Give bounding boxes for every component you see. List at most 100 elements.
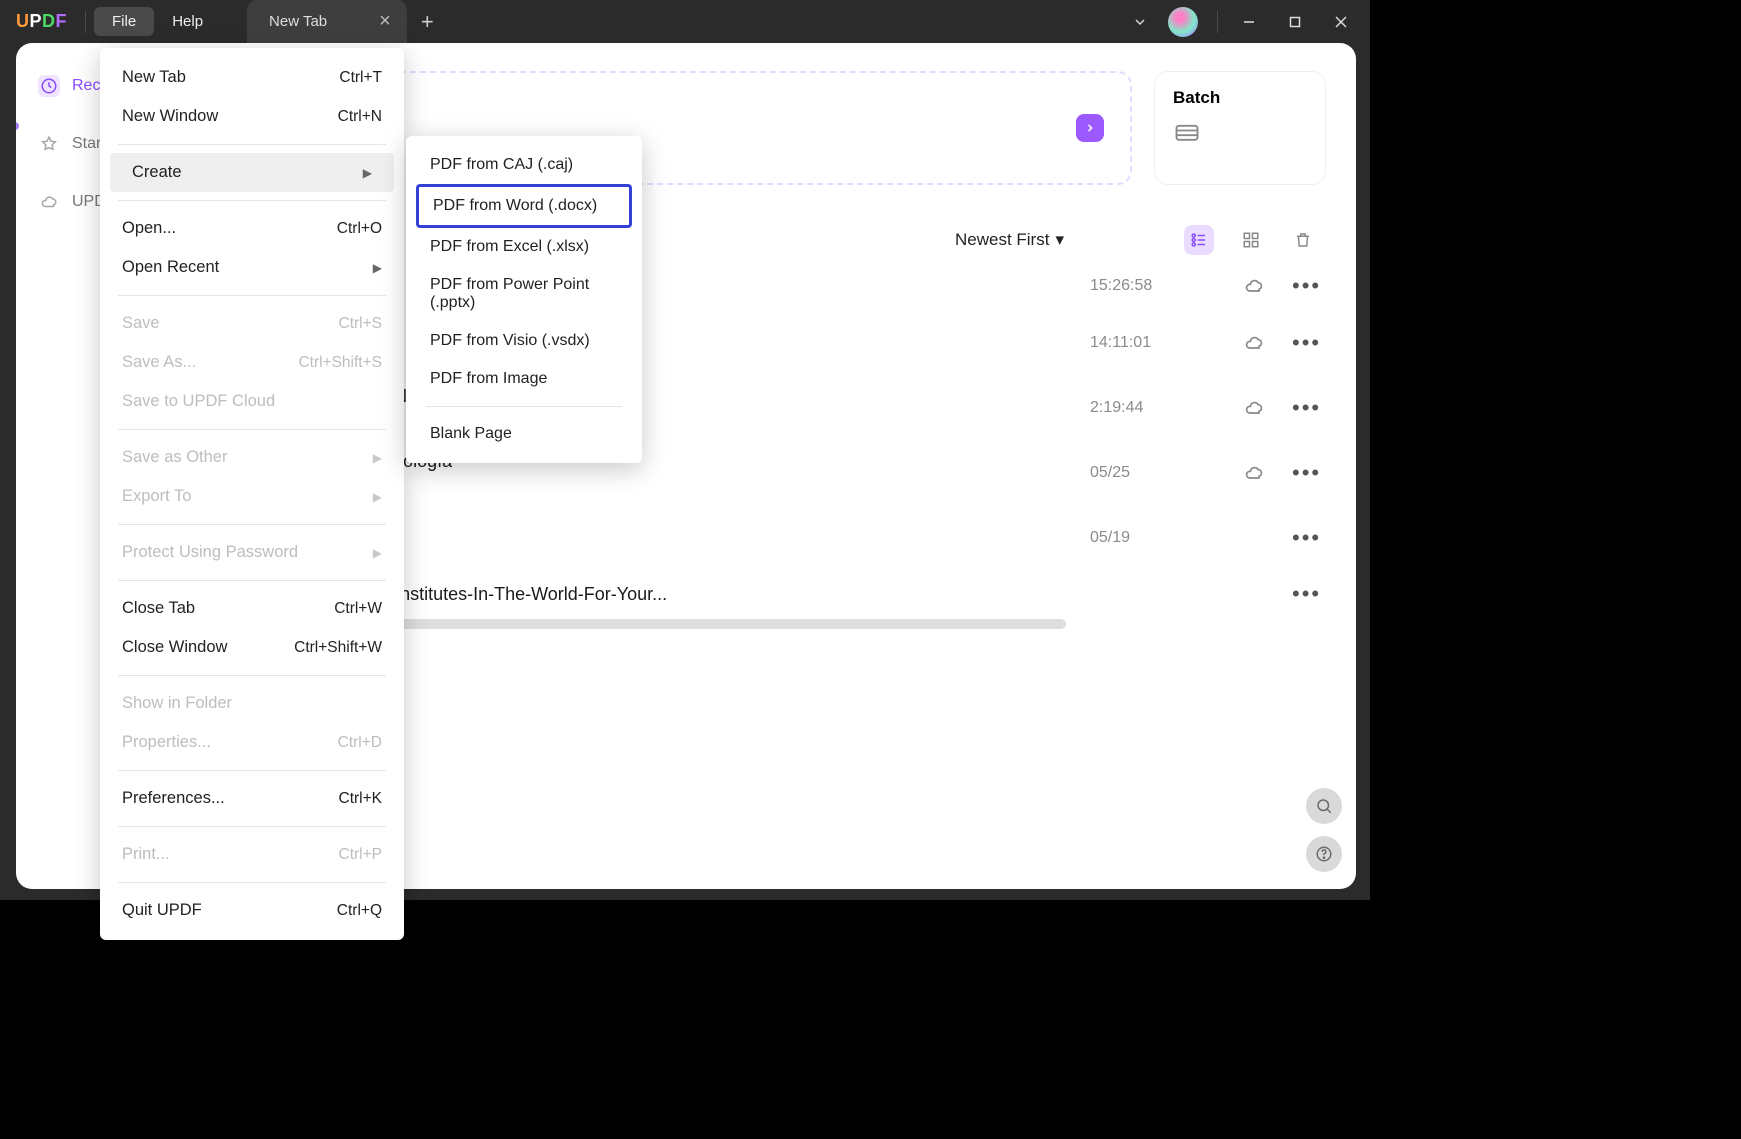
sort-label: Newest First (955, 230, 1049, 250)
menu-shortcut: Ctrl+Shift+S (298, 354, 382, 372)
menu-separator (118, 826, 386, 827)
menu-item-label: Save as Other (122, 448, 227, 467)
tab-title: New Tab (269, 13, 327, 30)
menu-item-new-tab[interactable]: New TabCtrl+T (100, 58, 404, 97)
dropdown-caret-icon: ▾ (1055, 230, 1064, 250)
app-menu-dropdown-icon[interactable] (1117, 0, 1163, 43)
menu-item-close-tab[interactable]: Close Tab Ctrl+W (100, 589, 404, 628)
more-actions-button[interactable]: ••• (1292, 395, 1326, 421)
submenu-item-blank-page[interactable]: Blank Page (416, 415, 632, 453)
close-tab-icon[interactable]: × (379, 10, 391, 33)
submenu-arrow-icon: ▶ (373, 546, 382, 560)
menu-item-open[interactable]: Open...Ctrl+O (100, 209, 404, 248)
add-tab-button[interactable]: + (407, 9, 448, 35)
help-fab[interactable] (1306, 836, 1342, 872)
avatar-button[interactable] (1163, 0, 1209, 43)
cloud-sync-icon[interactable] (1244, 398, 1278, 418)
menu-item-label: Open... (122, 219, 176, 238)
menu-item-label: New Window (122, 107, 218, 126)
more-actions-button[interactable]: ••• (1292, 581, 1326, 607)
file-date: 05/19 (1090, 529, 1230, 547)
submenu-item-pdf-from-power-point-pptx[interactable]: PDF from Power Point (.pptx) (416, 266, 632, 322)
menu-item-show-in-folder: Show in Folder (100, 684, 404, 723)
menu-item-label: Close Tab (122, 599, 195, 618)
menu-item-label: Close Window (122, 638, 227, 657)
submenu-item-pdf-from-excel-xlsx[interactable]: PDF from Excel (.xlsx) (416, 228, 632, 266)
close-window-button[interactable] (1318, 0, 1364, 43)
menu-item-label: Save As... (122, 353, 196, 372)
menu-item-create[interactable]: Create▶ (110, 153, 394, 192)
file-date: 15:26:58 (1090, 277, 1230, 295)
menu-shortcut: Ctrl+K (339, 790, 383, 808)
app-window: UPDF File Help New Tab × + (0, 0, 1370, 900)
cloud-sync-icon[interactable] (1244, 333, 1278, 353)
submenu-item-pdf-from-visio-vsdx[interactable]: PDF from Visio (.vsdx) (416, 322, 632, 360)
menu-item-label: Save (122, 314, 160, 333)
maximize-button[interactable] (1272, 0, 1318, 43)
menu-file[interactable]: File (94, 7, 154, 36)
batch-title: Batch (1173, 88, 1307, 108)
submenu-item-pdf-from-caj-caj[interactable]: PDF from CAJ (.caj) (416, 146, 632, 184)
cloud-sync-icon[interactable] (1244, 463, 1278, 483)
menu-help[interactable]: Help (154, 7, 221, 36)
more-actions-button[interactable]: ••• (1292, 273, 1326, 299)
tab-new[interactable]: New Tab × (247, 0, 407, 43)
menu-item-label: Properties... (122, 733, 211, 752)
menu-item-print: Print...Ctrl+P (100, 835, 404, 874)
view-controls (1184, 225, 1318, 255)
file-date: 2:19:44 (1090, 399, 1230, 417)
menu-item-save-as-other: Save as Other ▶ (100, 438, 404, 477)
menu-separator (118, 295, 386, 296)
menu-separator (118, 429, 386, 430)
more-actions-button[interactable]: ••• (1292, 330, 1326, 356)
menu-item-label: Protect Using Password (122, 543, 298, 562)
open-file-go-icon[interactable] (1076, 114, 1104, 142)
submenu-arrow-icon: ▶ (373, 490, 382, 504)
menu-shortcut: Ctrl+S (339, 315, 383, 333)
more-actions-button[interactable]: ••• (1292, 525, 1326, 551)
menu-item-preferences[interactable]: Preferences...Ctrl+K (100, 779, 404, 818)
cloud-sync-icon[interactable] (1244, 276, 1278, 296)
menu-separator (118, 144, 386, 145)
app-logo: UPDF (8, 11, 77, 32)
titlebar: UPDF File Help New Tab × + (0, 0, 1370, 43)
submenu-arrow-icon: ▶ (373, 451, 382, 465)
menu-separator (118, 770, 386, 771)
more-actions-button[interactable]: ••• (1292, 460, 1326, 486)
menu-item-quit-updf[interactable]: Quit UPDF Ctrl+Q (100, 891, 404, 930)
minimize-button[interactable] (1226, 0, 1272, 43)
menu-item-save: Save Ctrl+S (100, 304, 404, 343)
delete-button[interactable] (1288, 225, 1318, 255)
menu-shortcut: Ctrl+Shift+W (294, 639, 382, 657)
menu-item-close-window[interactable]: Close Window Ctrl+Shift+W (100, 628, 404, 667)
view-list-button[interactable] (1184, 225, 1214, 255)
view-grid-button[interactable] (1236, 225, 1266, 255)
menu-item-open-recent[interactable]: Open Recent ▶ (100, 248, 404, 287)
menu-item-label: Quit UPDF (122, 901, 202, 920)
menu-item-new-window[interactable]: New WindowCtrl+N (100, 97, 404, 136)
menu-shortcut: Ctrl+D (338, 734, 382, 752)
menu-item-label: Print... (122, 845, 170, 864)
menu-item-label: Save to UPDF Cloud (122, 392, 275, 411)
clock-icon (38, 75, 60, 97)
batch-card[interactable]: Batch (1154, 71, 1326, 185)
menu-separator (118, 882, 386, 883)
menu-item-label: Open Recent (122, 258, 219, 277)
window-controls (1117, 0, 1364, 43)
submenu-item-pdf-from-word-docx[interactable]: PDF from Word (.docx) (416, 184, 632, 228)
titlebar-separator-2 (1217, 11, 1218, 33)
file-menu-dropdown: New TabCtrl+TNew WindowCtrl+N Create▶ Open… (100, 48, 404, 940)
menu-shortcut: Ctrl+W (334, 600, 382, 618)
menu-shortcut: Ctrl+Q (337, 902, 382, 920)
menu-item-protect-using-password: Protect Using Password ▶ (100, 533, 404, 572)
menu-item-label: Export To (122, 487, 191, 506)
logo-d: D (42, 11, 56, 31)
menu-shortcut: Ctrl+T (339, 69, 382, 87)
titlebar-separator (85, 11, 86, 33)
submenu-item-pdf-from-image[interactable]: PDF from Image (416, 360, 632, 398)
horizontal-scrollbar[interactable] (336, 619, 1066, 629)
sort-dropdown[interactable]: Newest First ▾ (955, 230, 1064, 250)
search-fab[interactable] (1306, 788, 1342, 824)
star-icon (38, 133, 60, 155)
submenu-arrow-icon: ▶ (373, 261, 382, 275)
